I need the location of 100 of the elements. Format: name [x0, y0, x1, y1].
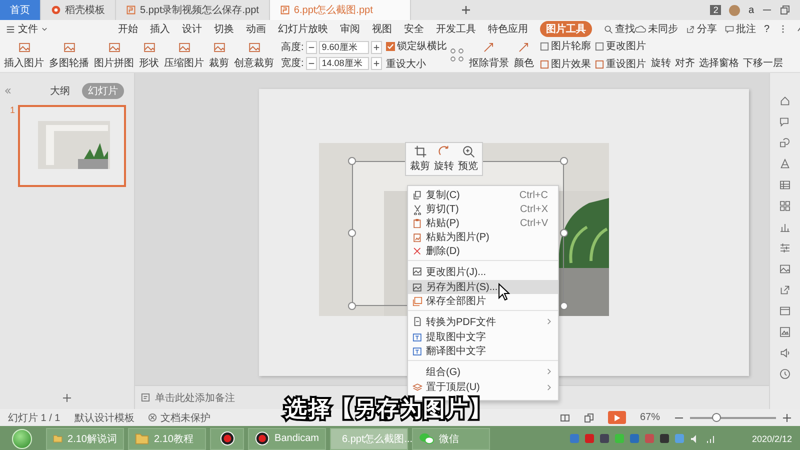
menu-item[interactable]: 粘贴(P) Ctrl+V — [408, 216, 558, 230]
ribbon-button[interactable]: 图片拼图 — [92, 40, 136, 70]
ribbon-button[interactable]: 创意裁剪 — [232, 40, 276, 70]
speaker-icon[interactable] — [779, 347, 791, 359]
ribbon-button[interactable]: 图片轮廓 — [540, 39, 591, 53]
ribbon-tab[interactable]: 开始 — [118, 22, 138, 36]
chat-icon[interactable] — [779, 116, 791, 128]
toolbar-button[interactable]: 旋转 — [434, 145, 454, 173]
ribbon-button[interactable]: 更改图片 — [594, 39, 646, 53]
taskbar-item[interactable] — [210, 428, 244, 450]
normal-view-icon[interactable] — [560, 412, 570, 422]
help-button[interactable]: ? — [764, 24, 770, 34]
document-tab[interactable]: 首页 — [0, 0, 41, 20]
toolbar-button[interactable]: 裁剪 — [410, 145, 430, 173]
restore-icon[interactable] — [780, 5, 790, 15]
clock-icon[interactable] — [779, 368, 791, 380]
ribbon-tab[interactable]: 设计 — [182, 22, 202, 36]
text-image-icon — [412, 332, 423, 342]
ribbon-tab[interactable]: 特色应用 — [488, 22, 528, 36]
ribbon-button[interactable]: 形状 — [137, 40, 161, 70]
reading-view-icon[interactable] — [584, 412, 594, 422]
ribbon-button[interactable]: 插入图片 — [2, 40, 46, 70]
menu-icon — [6, 24, 15, 34]
ribbon-button[interactable]: 对齐 — [674, 56, 695, 70]
ribbon-button[interactable]: 下移一层 — [742, 56, 783, 70]
increase-button[interactable] — [370, 56, 382, 70]
menu-item[interactable]: 提取图中文字 — [408, 330, 558, 344]
protection-status[interactable]: 文档未保护 — [148, 410, 210, 424]
share-button[interactable]: 分享 — [686, 22, 717, 36]
panel-tab[interactable]: 大纲 — [44, 83, 76, 99]
decrease-button[interactable] — [306, 56, 317, 70]
avatar[interactable] — [729, 4, 740, 16]
sync-status[interactable]: 未同步 — [635, 22, 678, 36]
signal-icon[interactable] — [706, 434, 716, 444]
ribbon-tab[interactable]: 幻灯片放映 — [278, 22, 328, 36]
menu-item[interactable]: 复制(C) Ctrl+C — [408, 188, 558, 202]
ribbon-button[interactable]: 裁剪 — [207, 40, 231, 70]
file-menu[interactable]: 文件 — [0, 21, 54, 37]
ribbon-tab[interactable]: 插入 — [150, 22, 170, 36]
reset-size-button[interactable]: 重设大小 — [386, 57, 447, 71]
ribbon-button[interactable]: 图片效果 — [540, 57, 591, 71]
menu-item[interactable]: 粘贴为图片(P) — [408, 230, 558, 244]
ribbon-tab[interactable]: 审阅 — [340, 22, 360, 36]
template-name[interactable]: 默认设计模板 — [74, 410, 134, 424]
ribbon-button[interactable]: 选择窗格 — [698, 56, 739, 70]
decrease-button[interactable] — [306, 40, 317, 54]
ribbon-tab[interactable]: 安全 — [404, 22, 424, 36]
ribbon-button[interactable]: 重设图片 — [594, 57, 646, 71]
ribbon-tab[interactable]: 开发工具 — [436, 22, 476, 36]
ribbon-tab[interactable]: 动画 — [246, 22, 266, 36]
table-icon[interactable] — [779, 179, 791, 191]
ribbon-button[interactable]: 多图轮播 — [47, 40, 91, 70]
search-button[interactable]: 查找 — [604, 22, 635, 36]
menu-item[interactable]: 置于顶层(U) — [408, 380, 558, 394]
bar-chart-icon[interactable] — [779, 221, 791, 233]
ribbon-button[interactable]: 颜色 — [512, 40, 536, 70]
sliders-icon[interactable] — [779, 242, 791, 254]
menu-item[interactable]: 转换为PDF文件 — [408, 310, 558, 330]
checkbox[interactable] — [386, 42, 395, 50]
menu-item[interactable]: 组合(G) — [408, 360, 558, 380]
menu-item[interactable]: 保存全部图片 — [408, 294, 558, 308]
photo-frame-icon[interactable] — [779, 326, 791, 338]
cone-icon[interactable] — [779, 158, 791, 170]
size-field[interactable]: 9.60厘米 — [318, 40, 369, 54]
image-icon — [248, 40, 260, 54]
add-slide-icon[interactable] — [62, 393, 72, 403]
collapse-icon[interactable] — [4, 87, 12, 95]
slideshow-button[interactable] — [608, 411, 626, 424]
shapes-icon[interactable] — [779, 137, 791, 149]
check-icon — [386, 42, 394, 50]
size-field[interactable]: 14.08厘米 — [318, 56, 369, 70]
slider-thumb[interactable] — [712, 412, 721, 422]
toolbar-button[interactable]: 预览 — [458, 145, 478, 173]
magnifier-icon — [462, 145, 474, 158]
menu-item[interactable]: 删除(D) — [408, 244, 558, 258]
share-icon[interactable] — [779, 284, 791, 296]
window-icon[interactable] — [779, 305, 791, 317]
zoom-in-icon[interactable] — [782, 412, 792, 422]
menu-item[interactable]: 剪切(T) Ctrl+X — [408, 202, 558, 216]
layers-icon — [412, 382, 423, 392]
ribbon-button[interactable]: 压缩图片 — [162, 40, 206, 70]
search-icon — [604, 24, 613, 34]
ribbon-button[interactable]: 抠除背景 — [466, 40, 511, 70]
notes-hint[interactable]: 单击此处添加备注 — [155, 390, 235, 404]
comment-button[interactable]: 批注 — [725, 22, 756, 36]
rotate-icon — [438, 145, 450, 158]
ribbon-tab[interactable]: 切换 — [214, 22, 234, 36]
grid-icon[interactable] — [779, 200, 791, 212]
rotate-arrows-icon[interactable] — [448, 47, 465, 63]
zoom-level[interactable]: 67% — [640, 412, 660, 423]
increase-button[interactable] — [370, 40, 382, 54]
house-icon[interactable] — [779, 95, 791, 107]
ribbon-tab[interactable]: 视图 — [372, 22, 392, 36]
slide-thumbnail[interactable] — [18, 105, 126, 187]
image-icon[interactable] — [779, 263, 791, 275]
menu-item[interactable]: 翻译图中文字 — [408, 344, 558, 358]
start-button[interactable] — [12, 428, 32, 448]
chevron-right-icon — [547, 368, 552, 375]
ribbon-button[interactable]: 旋转 — [650, 56, 671, 70]
menu-item[interactable]: 另存为图片(S)... — [408, 280, 558, 294]
